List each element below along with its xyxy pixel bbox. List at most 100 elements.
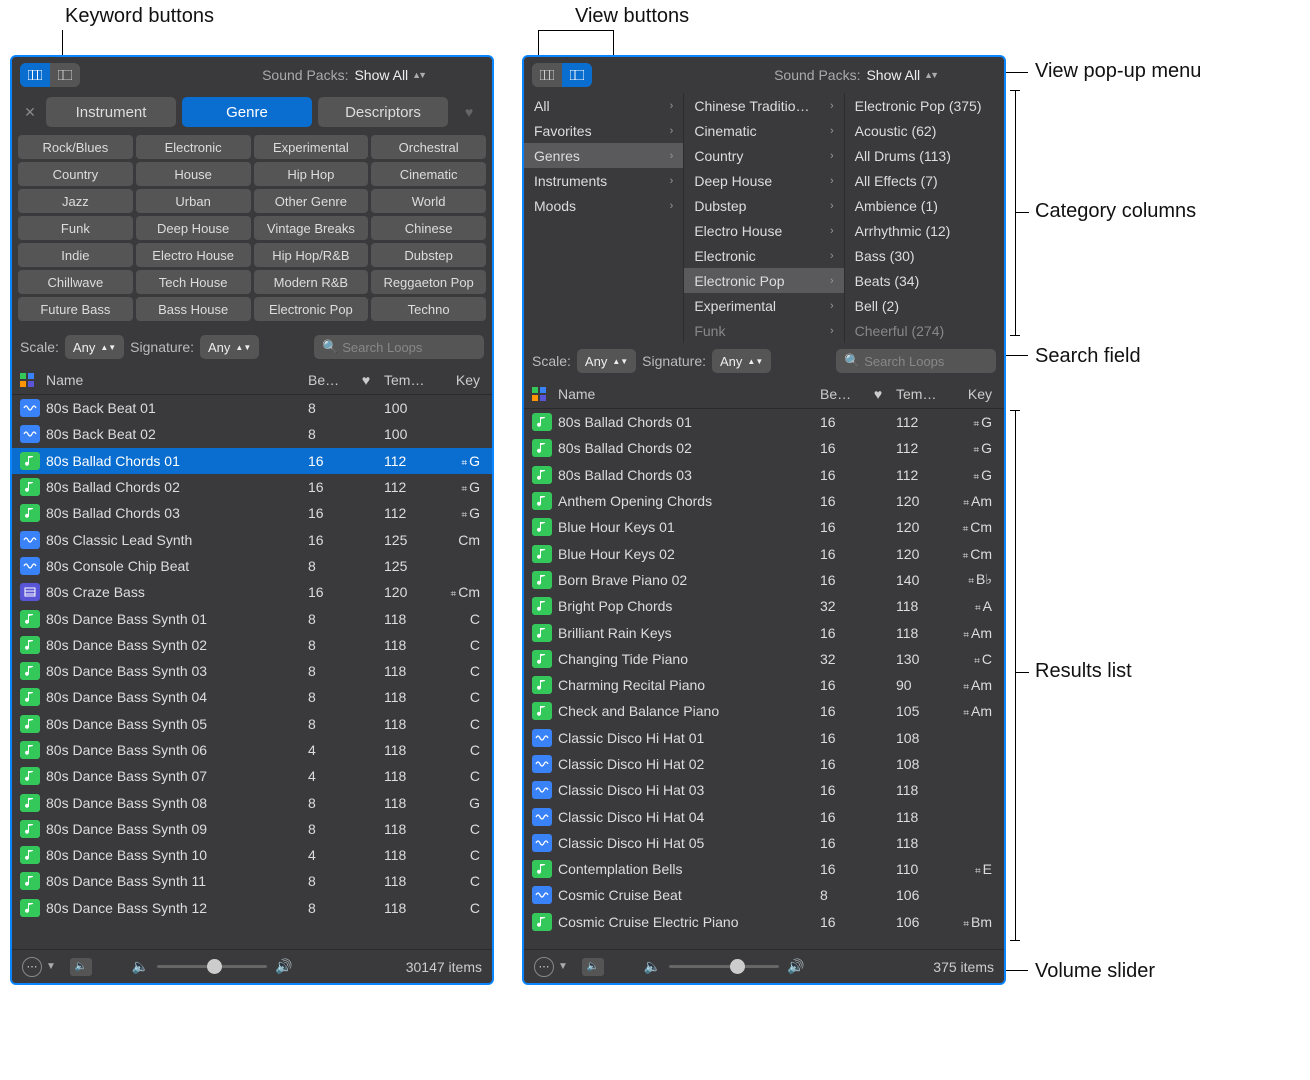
- loop-row[interactable]: Blue Hour Keys 0116120⌗Cm: [524, 514, 1004, 540]
- loop-row[interactable]: 80s Dance Bass Synth 058118C: [12, 711, 492, 737]
- col-name[interactable]: Name: [46, 372, 302, 388]
- category-item[interactable]: All›: [524, 93, 683, 118]
- keyword-funk[interactable]: Funk: [18, 216, 133, 240]
- preview-speaker-icon[interactable]: 🔈: [582, 958, 604, 976]
- category-item[interactable]: Chinese Traditio…›: [684, 93, 843, 118]
- sound-packs-value[interactable]: Show All: [354, 67, 408, 83]
- loop-row[interactable]: Cosmic Cruise Beat8106: [524, 882, 1004, 908]
- signature-select[interactable]: Any▲▼: [712, 349, 771, 373]
- loop-row[interactable]: Blue Hour Keys 0216120⌗Cm: [524, 540, 1004, 566]
- category-item[interactable]: Genres›: [524, 143, 683, 168]
- keyword-techno[interactable]: Techno: [371, 297, 486, 321]
- keyword-indie[interactable]: Indie: [18, 243, 133, 267]
- keyword-other-genre[interactable]: Other Genre: [254, 189, 369, 213]
- loop-row[interactable]: Check and Balance Piano16105⌗Am: [524, 698, 1004, 724]
- keyword-reggaeton-pop[interactable]: Reggaeton Pop: [371, 270, 486, 294]
- keyword-deep-house[interactable]: Deep House: [136, 216, 251, 240]
- signature-select[interactable]: Any▲▼: [200, 335, 259, 359]
- col-name[interactable]: Name: [558, 386, 814, 402]
- category-item[interactable]: Moods›: [524, 193, 683, 218]
- keyword-bass-house[interactable]: Bass House: [136, 297, 251, 321]
- category-item[interactable]: Ambience (1): [845, 193, 1004, 218]
- category-item[interactable]: Acoustic (62): [845, 118, 1004, 143]
- loop-row[interactable]: 80s Dance Bass Synth 128118C: [12, 895, 492, 921]
- volume-slider[interactable]: 🔈 🔊: [132, 958, 293, 975]
- loop-row[interactable]: Classic Disco Hi Hat 0316118: [524, 777, 1004, 803]
- category-item[interactable]: Cheerful (274): [845, 318, 1004, 343]
- actions-menu-icon[interactable]: ⋯: [22, 957, 42, 977]
- loop-row[interactable]: 80s Dance Bass Synth 088118G: [12, 789, 492, 815]
- category-item[interactable]: All Drums (113): [845, 143, 1004, 168]
- scale-select[interactable]: Any▲▼: [577, 349, 636, 373]
- loop-row[interactable]: 80s Classic Lead Synth16125Cm: [12, 526, 492, 552]
- loop-row[interactable]: 80s Ballad Chords 0316112⌗G: [524, 462, 1004, 488]
- keyword-view-button[interactable]: [532, 63, 562, 87]
- loop-row[interactable]: 80s Ballad Chords 0216112⌗G: [524, 435, 1004, 461]
- column-view-button[interactable]: [50, 63, 80, 87]
- category-item[interactable]: Bell (2): [845, 293, 1004, 318]
- col-fav[interactable]: ♥: [866, 386, 890, 402]
- col-key[interactable]: Key: [956, 386, 996, 402]
- keyword-view-button[interactable]: [20, 63, 50, 87]
- col-key[interactable]: Key: [444, 372, 484, 388]
- keyword-jazz[interactable]: Jazz: [18, 189, 133, 213]
- loop-row[interactable]: Classic Disco Hi Hat 0416118: [524, 803, 1004, 829]
- chevron-down-icon[interactable]: ▼: [46, 961, 56, 972]
- keyword-rock-blues[interactable]: Rock/Blues: [18, 135, 133, 159]
- favorites-heart-icon[interactable]: ♥: [454, 104, 484, 120]
- keyword-cinematic[interactable]: Cinematic: [371, 162, 486, 186]
- loop-row[interactable]: 80s Ballad Chords 0116112⌗G: [12, 448, 492, 474]
- keyword-modern-r-b[interactable]: Modern R&B: [254, 270, 369, 294]
- category-item[interactable]: Electronic Pop (375): [845, 93, 1004, 118]
- category-item[interactable]: Funk›: [684, 318, 843, 343]
- loop-row[interactable]: 80s Dance Bass Synth 048118C: [12, 684, 492, 710]
- keyword-chillwave[interactable]: Chillwave: [18, 270, 133, 294]
- loop-row[interactable]: 80s Ballad Chords 0116112⌗G: [524, 409, 1004, 435]
- loop-row[interactable]: Classic Disco Hi Hat 0516118: [524, 830, 1004, 856]
- preview-speaker-icon[interactable]: 🔈: [70, 958, 92, 976]
- clear-filter-icon[interactable]: ✕: [20, 104, 40, 121]
- tab-instrument[interactable]: Instrument: [46, 97, 176, 127]
- loop-row[interactable]: 80s Dance Bass Synth 018118C: [12, 605, 492, 631]
- col-tempo[interactable]: Tem…: [384, 372, 438, 388]
- category-item[interactable]: Cinematic›: [684, 118, 843, 143]
- loop-row[interactable]: Bright Pop Chords32118⌗A: [524, 593, 1004, 619]
- category-item[interactable]: Experimental›: [684, 293, 843, 318]
- tab-genre[interactable]: Genre: [182, 97, 312, 127]
- loop-row[interactable]: 80s Craze Bass16120⌗Cm: [12, 579, 492, 605]
- category-item[interactable]: Electronic›: [684, 243, 843, 268]
- keyword-chinese[interactable]: Chinese: [371, 216, 486, 240]
- loop-row[interactable]: 80s Console Chip Beat8125: [12, 553, 492, 579]
- loop-row[interactable]: 80s Dance Bass Synth 098118C: [12, 816, 492, 842]
- loop-row[interactable]: 80s Back Beat 018100: [12, 395, 492, 421]
- keyword-electro-house[interactable]: Electro House: [136, 243, 251, 267]
- keyword-house[interactable]: House: [136, 162, 251, 186]
- sound-packs-value[interactable]: Show All: [866, 67, 920, 83]
- loop-row[interactable]: 80s Dance Bass Synth 074118C: [12, 763, 492, 789]
- category-item[interactable]: Favorites›: [524, 118, 683, 143]
- loop-row[interactable]: Classic Disco Hi Hat 0216108: [524, 751, 1004, 777]
- keyword-world[interactable]: World: [371, 189, 486, 213]
- scale-select[interactable]: Any▲▼: [65, 335, 124, 359]
- keyword-electronic-pop[interactable]: Electronic Pop: [254, 297, 369, 321]
- category-item[interactable]: Instruments›: [524, 168, 683, 193]
- loop-row[interactable]: Cosmic Cruise Electric Piano16106⌗Bm: [524, 909, 1004, 935]
- actions-menu-icon[interactable]: ⋯: [534, 957, 554, 977]
- keyword-tech-house[interactable]: Tech House: [136, 270, 251, 294]
- loop-row[interactable]: 80s Back Beat 028100: [12, 421, 492, 447]
- category-item[interactable]: Arrhythmic (12): [845, 218, 1004, 243]
- loop-row[interactable]: Anthem Opening Chords16120⌗Am: [524, 488, 1004, 514]
- loop-row[interactable]: Charming Recital Piano1690⌗Am: [524, 672, 1004, 698]
- loop-row[interactable]: Contemplation Bells16110⌗E: [524, 856, 1004, 882]
- search-input[interactable]: 🔍Search Loops: [314, 335, 484, 359]
- col-beats[interactable]: Be…: [308, 372, 348, 388]
- category-item[interactable]: Deep House›: [684, 168, 843, 193]
- keyword-urban[interactable]: Urban: [136, 189, 251, 213]
- col-fav[interactable]: ♥: [354, 372, 378, 388]
- col-beats[interactable]: Be…: [820, 386, 860, 402]
- tab-descriptors[interactable]: Descriptors: [318, 97, 448, 127]
- loop-row[interactable]: 80s Dance Bass Synth 028118C: [12, 632, 492, 658]
- col-tempo[interactable]: Tem…: [896, 386, 950, 402]
- column-view-button[interactable]: [562, 63, 592, 87]
- category-item[interactable]: Electronic Pop›: [684, 268, 843, 293]
